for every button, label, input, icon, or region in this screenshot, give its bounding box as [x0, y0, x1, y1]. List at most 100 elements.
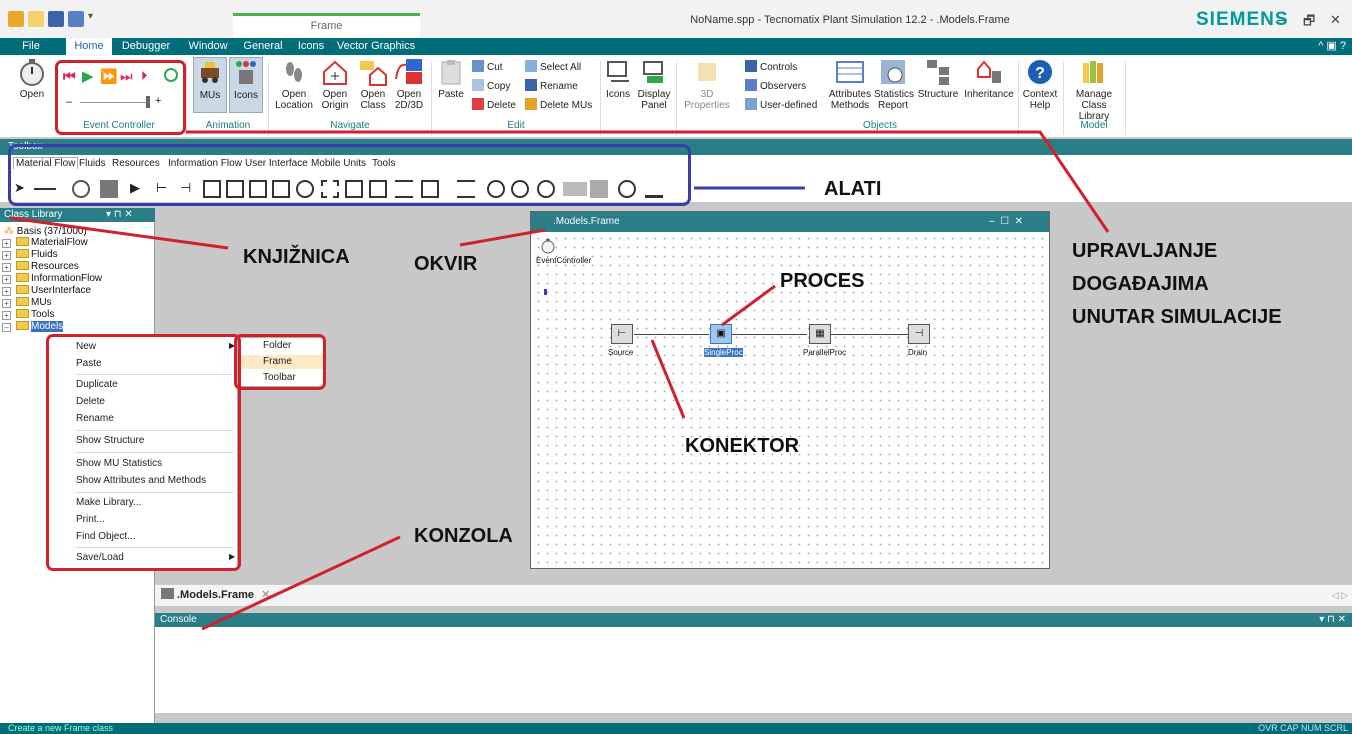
speed-slider-thumb[interactable]	[146, 96, 150, 108]
start-stop-button[interactable]: ⏵	[141, 68, 148, 84]
tab-debugger[interactable]: Debugger	[117, 38, 175, 55]
connector-line[interactable]	[830, 334, 908, 335]
delete-mus-button[interactable]: Delete MUs	[525, 98, 592, 113]
tab-general[interactable]: General	[239, 38, 287, 55]
connector-line[interactable]	[732, 334, 807, 335]
real-time-icon[interactable]	[164, 68, 178, 82]
controls-button[interactable]: Controls	[745, 60, 797, 75]
structure-button[interactable]: Structure	[914, 57, 962, 100]
user-defined-button[interactable]: User-defined	[745, 98, 817, 113]
toolbox-tab-mobile-units[interactable]: Mobile Units	[311, 158, 366, 169]
context-help-button[interactable]: ? Context Help	[1020, 57, 1060, 111]
pointer-icon[interactable]: ➤	[14, 180, 32, 198]
copy-button[interactable]: Copy	[472, 79, 510, 94]
expand-icon[interactable]: +	[2, 263, 11, 272]
toolbox-tab-information-flow[interactable]: Information Flow	[168, 158, 242, 169]
drain-tool-icon[interactable]: ⊣	[180, 180, 198, 198]
expand-icon[interactable]: +	[2, 275, 11, 284]
line-tool-icon[interactable]	[421, 180, 439, 198]
tree-item-fluids[interactable]: Fluids	[16, 249, 58, 261]
singleproc-node[interactable]: ▣	[710, 324, 732, 344]
expand-icon[interactable]: +	[2, 311, 11, 320]
tree-item-models[interactable]: Models	[16, 321, 64, 333]
open-class-button[interactable]: Open Class	[356, 57, 390, 111]
display-panel-button[interactable]: Display Panel	[636, 57, 672, 111]
tab-home[interactable]: Home	[66, 38, 112, 55]
reset-button[interactable]: ⏮	[63, 68, 76, 85]
turntable-tool-icon[interactable]	[487, 180, 505, 198]
panel-pin-icon[interactable]: ▾ ⊓ ✕	[1319, 613, 1346, 627]
menu-item-duplicate[interactable]: Duplicate	[76, 379, 118, 390]
menu-item-show-structure[interactable]: Show Structure	[76, 435, 144, 446]
menu-item-paste[interactable]: Paste	[76, 358, 102, 369]
transfer-station-tool-icon[interactable]	[590, 180, 608, 198]
fast-forward-button[interactable]: ⏩	[100, 68, 117, 85]
cycle-tool-icon[interactable]	[395, 180, 413, 198]
speed-plus[interactable]: +	[155, 95, 161, 107]
tab-vector-graphics[interactable]: Vector Graphics	[336, 38, 416, 55]
buffer-tool-icon[interactable]	[345, 180, 363, 198]
store-tool-icon[interactable]	[321, 180, 339, 198]
tree-item-informationflow[interactable]: InformationFlow	[16, 273, 102, 285]
event-controller-icon[interactable]	[540, 238, 556, 254]
parallelproc-tool-icon[interactable]	[226, 180, 244, 198]
turnplate-tool-icon[interactable]	[511, 180, 529, 198]
open-location-button[interactable]: Open Location	[274, 57, 314, 111]
statistics-report-button[interactable]: Statistics Report	[874, 57, 914, 111]
tree-item-tools[interactable]: Tools	[16, 309, 54, 321]
sorter-tool-icon[interactable]	[369, 180, 387, 198]
close-tab-icon[interactable]: ✕	[261, 589, 270, 601]
submenu-item-frame[interactable]: Frame	[239, 355, 324, 369]
expand-icon[interactable]: +	[2, 239, 11, 248]
event-controller-tool-icon[interactable]	[72, 180, 90, 198]
speed-slider[interactable]	[80, 102, 150, 103]
expand-icon[interactable]: +	[2, 287, 11, 296]
tree-item-mus[interactable]: MUs	[16, 297, 52, 309]
menu-item-show-attributes[interactable]: Show Attributes and Methods	[76, 475, 206, 486]
save-icon[interactable]	[48, 11, 64, 27]
hoist-tool-icon[interactable]	[645, 180, 663, 198]
mus-button[interactable]: MUs	[193, 57, 227, 113]
singleproc-tool-icon[interactable]	[203, 180, 221, 198]
frame-window-controls[interactable]: – ☐ ✕	[989, 212, 1023, 232]
inheritance-button[interactable]: Inheritance	[962, 57, 1016, 100]
toolbox-tab-tools[interactable]: Tools	[372, 158, 395, 169]
assembly-tool-icon[interactable]	[249, 180, 267, 198]
track-tool-icon[interactable]	[457, 180, 475, 198]
console-output[interactable]	[155, 627, 1352, 713]
menu-item-print[interactable]: Print...	[76, 514, 105, 525]
tree-item-userinterface[interactable]: UserInterface	[16, 285, 91, 297]
manage-class-library-button[interactable]: Manage Class Library	[1066, 57, 1122, 122]
menu-item-save-load[interactable]: Save/Load	[76, 552, 124, 563]
open-2d3d-button[interactable]: Open 2D/3D	[392, 57, 426, 111]
rename-button[interactable]: Rename	[525, 79, 578, 94]
tab-window[interactable]: Window	[182, 38, 234, 55]
storage-crane-tool-icon[interactable]	[618, 180, 636, 198]
paste-button[interactable]: Paste	[436, 57, 466, 100]
toolbox-tab-user-interface[interactable]: User Interface	[245, 158, 308, 169]
menu-item-delete[interactable]: Delete	[76, 396, 105, 407]
context-tab-frame[interactable]: Frame	[233, 13, 420, 38]
connector-tool-icon[interactable]	[34, 180, 56, 190]
parallelproc-node[interactable]: ▦	[809, 324, 831, 344]
minimize-button[interactable]: –	[1277, 12, 1284, 27]
submenu-item-toolbar[interactable]: Toolbar	[239, 371, 324, 385]
icons-button[interactable]: Icons	[603, 57, 633, 100]
select-all-button[interactable]: Select All	[525, 60, 581, 75]
source-node[interactable]: ⊢	[611, 324, 633, 344]
submenu-item-folder[interactable]: Folder	[239, 339, 324, 353]
turntable2-tool-icon[interactable]	[537, 180, 555, 198]
toolbox-tab-resources[interactable]: Resources	[112, 158, 160, 169]
delete-button[interactable]: Delete	[472, 98, 516, 113]
expand-icon[interactable]: +	[2, 299, 11, 308]
start-button[interactable]: ▶	[82, 67, 94, 85]
tree-item-materialflow[interactable]: MaterialFlow	[16, 237, 88, 249]
interface-tool-icon[interactable]: ▶	[130, 180, 148, 198]
menu-item-rename[interactable]: Rename	[76, 413, 114, 424]
save-as-icon[interactable]	[68, 11, 84, 27]
connector-line[interactable]	[634, 334, 709, 335]
dismantle-tool-icon[interactable]	[272, 180, 290, 198]
menu-item-make-library[interactable]: Make Library...	[76, 497, 141, 508]
collapse-icon[interactable]: –	[2, 323, 11, 332]
menu-item-new[interactable]: New	[76, 341, 96, 352]
